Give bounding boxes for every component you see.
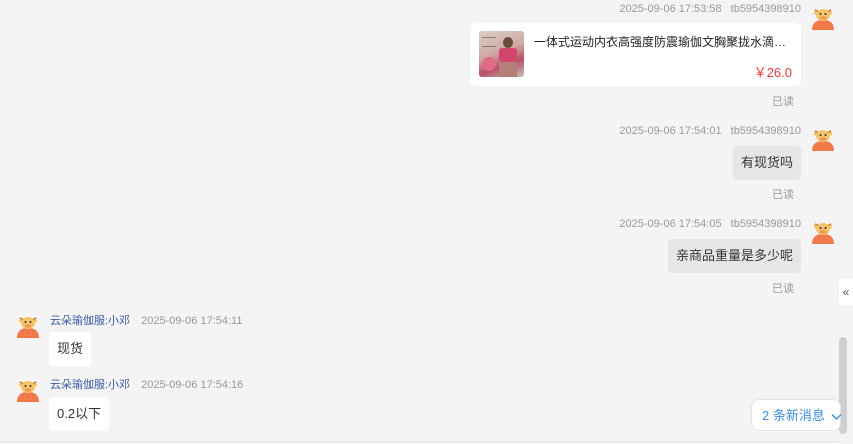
- message-bubble[interactable]: 亲商品重量是多少呢: [667, 239, 801, 273]
- divider: [0, 441, 839, 442]
- message-bubble[interactable]: 有现货吗: [732, 146, 801, 180]
- collapse-panel-button[interactable]: «: [839, 279, 853, 305]
- double-chevron-left-icon: «: [842, 285, 850, 299]
- shop-name[interactable]: 云朵瑜伽服:小邓: [50, 379, 130, 391]
- message-meta: 云朵瑜伽服:小邓 2025-09-06 17:54:11: [50, 312, 242, 328]
- avatar[interactable]: [810, 4, 836, 30]
- message-meta: 云朵瑜伽服:小邓 2025-09-06 17:54:16: [50, 376, 243, 392]
- product-thumbnail: [479, 31, 524, 77]
- message-bubble[interactable]: 现货: [49, 332, 92, 366]
- new-messages-label: 2 条新消息: [762, 408, 825, 423]
- read-status: 已读: [772, 283, 794, 295]
- cow-avatar-icon: [17, 317, 39, 338]
- message-timestamp: 2025-09-06 17:54:11: [141, 315, 243, 327]
- message-username: tb5954398910: [730, 218, 801, 230]
- message-bubble[interactable]: 0.2以下: [49, 397, 110, 431]
- cow-avatar-icon: [812, 9, 834, 30]
- message-timestamp: 2025-09-06 17:54:05: [619, 218, 722, 230]
- read-status: 已读: [772, 189, 794, 201]
- avatar[interactable]: [15, 312, 41, 338]
- read-status: 已读: [772, 96, 794, 108]
- message-timestamp: 2025-09-06 17:53:58: [619, 3, 722, 15]
- cow-avatar-icon: [17, 381, 39, 402]
- avatar[interactable]: [810, 218, 836, 244]
- message-meta: 2025-09-06 17:54:05 tb5954398910: [619, 218, 801, 230]
- new-messages-button[interactable]: 2 条新消息: [751, 399, 842, 431]
- cow-avatar-icon: [812, 223, 834, 244]
- message-timestamp: 2025-09-06 17:54:16: [141, 379, 244, 391]
- message-username: tb5954398910: [730, 3, 801, 15]
- product-title: 一体式运动内衣高强度防震瑜伽文胸聚拢水滴美背跑步健身: [534, 35, 794, 49]
- avatar[interactable]: [810, 125, 836, 151]
- message-timestamp: 2025-09-06 17:54:01: [619, 125, 722, 137]
- product-price: ￥26.0: [753, 65, 792, 80]
- message-meta: 2025-09-06 17:54:01 tb5954398910: [619, 125, 801, 137]
- avatar[interactable]: [15, 376, 41, 402]
- chevron-down-icon: [831, 413, 842, 420]
- message-meta: 2025-09-06 17:53:58 tb5954398910: [619, 3, 801, 15]
- shop-name[interactable]: 云朵瑜伽服:小邓: [50, 315, 130, 327]
- cow-avatar-icon: [812, 130, 834, 151]
- message-username: tb5954398910: [730, 125, 801, 137]
- product-card[interactable]: 一体式运动内衣高强度防震瑜伽文胸聚拢水滴美背跑步健身 ￥26.0: [470, 23, 801, 86]
